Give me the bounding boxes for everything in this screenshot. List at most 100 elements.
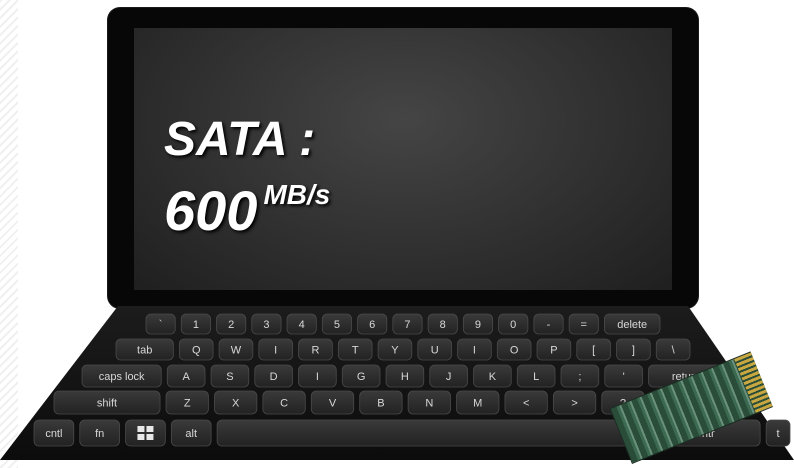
key-cap xyxy=(125,419,166,447)
key-r2-4[interactable]: I xyxy=(298,364,337,388)
key-r0-4[interactable]: 4 xyxy=(286,313,317,335)
key-label: cntl xyxy=(45,428,62,440)
key-r3-6[interactable]: N xyxy=(407,390,451,415)
key-r2-9[interactable]: L xyxy=(516,364,556,388)
key-r1-3[interactable]: I xyxy=(258,338,293,361)
key-r0-2[interactable]: 2 xyxy=(216,313,247,335)
key-r1-5[interactable]: T xyxy=(337,338,373,361)
key-r1-0[interactable]: tab xyxy=(115,338,174,361)
key-label: L xyxy=(533,371,539,383)
key-label: I xyxy=(274,345,277,357)
key-label: I xyxy=(316,371,319,383)
key-r0-10[interactable]: 0 xyxy=(498,313,529,335)
key-r4-4[interactable] xyxy=(216,419,640,447)
key-r1-7[interactable]: U xyxy=(417,338,452,361)
key-r1-2[interactable]: W xyxy=(218,338,254,361)
key-r0-7[interactable]: 7 xyxy=(392,313,423,335)
key-r4-3[interactable]: alt xyxy=(170,419,212,447)
key-label: > xyxy=(571,398,577,410)
key-r0-13[interactable]: delete xyxy=(604,313,661,335)
key-r3-0[interactable]: shift xyxy=(53,390,161,415)
key-label: D xyxy=(270,371,278,383)
key-label: 7 xyxy=(404,319,410,331)
key-r3-2[interactable]: X xyxy=(214,390,258,415)
key-r2-8[interactable]: K xyxy=(473,364,512,388)
key-r4-1[interactable]: fn xyxy=(79,419,120,447)
key-label: 9 xyxy=(475,319,481,331)
key-label: V xyxy=(329,398,337,410)
key-r0-9[interactable]: 9 xyxy=(462,313,494,335)
key-r2-7[interactable]: J xyxy=(429,364,468,388)
key-r2-0[interactable]: caps lock xyxy=(81,364,162,388)
key-cap xyxy=(216,419,640,447)
key-r4-2[interactable] xyxy=(125,419,166,447)
key-label: 0 xyxy=(510,319,516,331)
key-label: J xyxy=(446,371,452,383)
key-label: X xyxy=(232,398,240,410)
key-r4-6[interactable]: t xyxy=(765,419,791,447)
key-r1-11[interactable]: [ xyxy=(576,338,611,361)
key-r2-2[interactable]: S xyxy=(210,364,250,388)
key-r1-13[interactable]: \ xyxy=(655,338,691,361)
key-r0-3[interactable]: 3 xyxy=(251,313,282,335)
key-label: S xyxy=(226,371,233,383)
key-label: ] xyxy=(632,345,635,357)
key-label: alt xyxy=(185,428,197,440)
key-label: 3 xyxy=(263,319,269,331)
key-r0-1[interactable]: 1 xyxy=(180,313,211,335)
key-r3-9[interactable]: > xyxy=(552,390,597,415)
key-label: T xyxy=(352,345,359,357)
key-r0-12[interactable]: = xyxy=(568,313,599,335)
key-label: Z xyxy=(184,398,191,410)
key-label: R xyxy=(311,345,319,357)
key-label: Y xyxy=(391,345,399,357)
key-r0-0[interactable]: ` xyxy=(145,313,176,335)
key-r3-1[interactable]: Z xyxy=(165,390,209,415)
key-label: shift xyxy=(97,398,117,410)
key-r0-11[interactable]: - xyxy=(533,313,564,335)
key-r1-4[interactable]: R xyxy=(298,338,333,361)
key-label: = xyxy=(581,319,587,331)
key-r1-10[interactable]: P xyxy=(536,338,572,361)
key-label: Q xyxy=(192,345,201,357)
key-label: caps lock xyxy=(99,371,145,383)
key-label: 8 xyxy=(440,319,446,331)
key-label: C xyxy=(280,398,288,410)
key-r2-6[interactable]: H xyxy=(385,364,425,388)
key-r2-5[interactable]: G xyxy=(341,364,381,388)
key-label: - xyxy=(547,319,551,331)
key-r3-7[interactable]: M xyxy=(456,390,500,415)
key-label: t xyxy=(777,428,780,440)
key-r3-8[interactable]: < xyxy=(504,390,548,415)
key-label: 1 xyxy=(193,319,199,331)
key-r0-5[interactable]: 5 xyxy=(321,313,352,335)
key-r2-11[interactable]: ' xyxy=(604,364,643,388)
key-label: 5 xyxy=(334,319,340,331)
key-label: 2 xyxy=(228,319,234,331)
key-r3-3[interactable]: C xyxy=(262,390,306,415)
key-r1-12[interactable]: ] xyxy=(616,338,651,361)
key-r1-6[interactable]: Y xyxy=(377,338,413,361)
key-r3-4[interactable]: V xyxy=(310,390,355,415)
key-label: B xyxy=(377,398,384,410)
key-r3-5[interactable]: B xyxy=(359,390,403,415)
key-label: tab xyxy=(137,345,152,357)
key-r0-6[interactable]: 6 xyxy=(357,313,388,335)
key-r2-1[interactable]: A xyxy=(166,364,206,388)
key-r1-1[interactable]: Q xyxy=(178,338,214,361)
key-label: G xyxy=(357,371,366,383)
key-r1-9[interactable]: O xyxy=(496,338,532,361)
key-label: ; xyxy=(578,371,581,383)
key-label: A xyxy=(182,371,190,383)
key-label: W xyxy=(231,345,242,357)
key-r1-8[interactable]: I xyxy=(457,338,492,361)
key-r4-0[interactable]: cntl xyxy=(33,419,75,447)
key-r0-8[interactable]: 8 xyxy=(427,313,458,335)
key-r2-10[interactable]: ; xyxy=(560,364,600,388)
laptop-keyboard-deck: ` 1 2 3 4 5 6 7 8 9 0 - = delete tab Q W I R T Y U I O P [] \ caps … xyxy=(0,0,794,468)
key-label: ' xyxy=(623,371,625,383)
key-label: H xyxy=(401,371,409,383)
key-r2-3[interactable]: D xyxy=(254,364,293,388)
key-label: N xyxy=(425,398,433,410)
key-label: fn xyxy=(95,428,104,440)
